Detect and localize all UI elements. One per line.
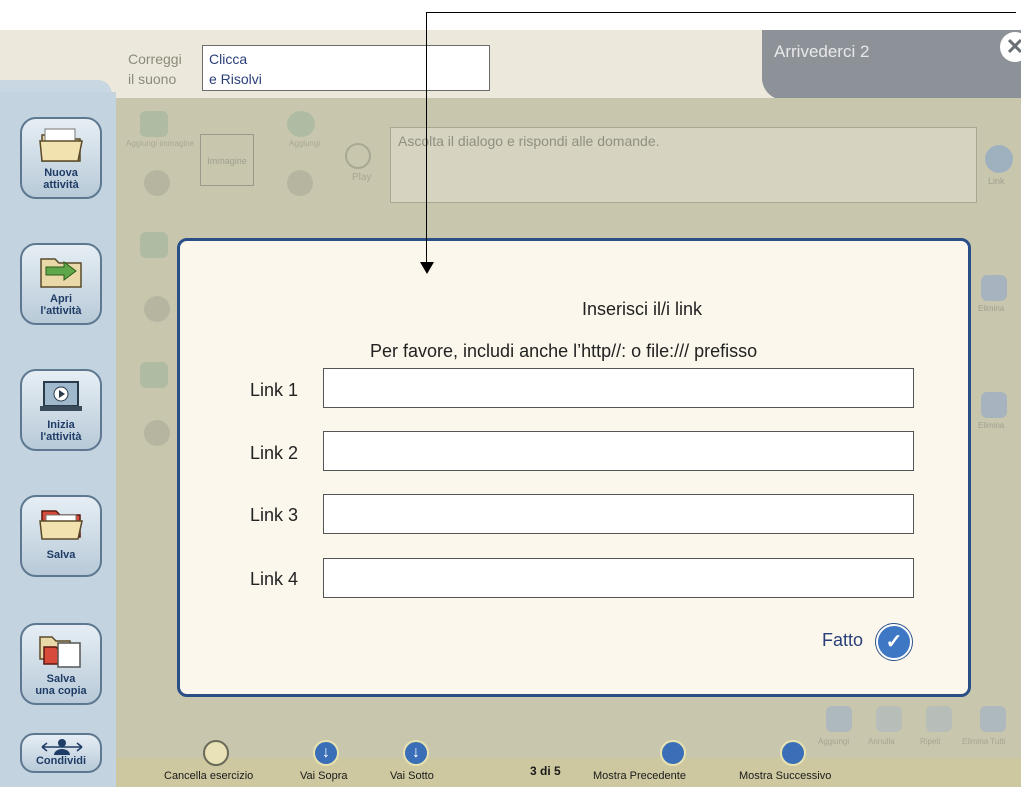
image-placeholder[interactable]: Immagine bbox=[200, 134, 254, 186]
add-item-label: Aggiungi bbox=[818, 737, 850, 746]
show-previous-button[interactable]: Mostra Precedente bbox=[593, 770, 686, 782]
checkmark-icon[interactable]: ✓ bbox=[876, 624, 912, 660]
globe-icon[interactable] bbox=[985, 145, 1013, 173]
link-1-input[interactable] bbox=[323, 368, 914, 408]
share-label: Condividi bbox=[35, 755, 87, 767]
add-item-icon[interactable] bbox=[826, 706, 852, 732]
link-2-label: Link 2 bbox=[250, 443, 299, 463]
new-activity-label: Nuova attività bbox=[43, 167, 79, 191]
clear-exercise-button[interactable]: Cancella esercizio bbox=[164, 770, 253, 782]
link-3-label: Link 3 bbox=[250, 505, 299, 525]
answer-field[interactable]: Clicca e Risolvi bbox=[202, 45, 490, 91]
open-folder-icon bbox=[40, 258, 82, 288]
open-activity-button[interactable]: Apri l'attività bbox=[20, 243, 102, 325]
add-audio-label: Aggiungi bbox=[289, 139, 321, 148]
row3-ghost-icon bbox=[144, 420, 170, 446]
pointing-hand-right-icon[interactable] bbox=[780, 740, 806, 766]
delete-row-3-label: Elimina bbox=[978, 421, 1005, 430]
share-people-icon bbox=[41, 739, 83, 755]
image-ghost-icon bbox=[144, 170, 170, 196]
pointing-hand-left-icon[interactable] bbox=[660, 740, 686, 766]
move-down-button[interactable]: Vai Sotto bbox=[390, 770, 434, 782]
start-activity-label: Inizia l'attività bbox=[40, 419, 82, 443]
save-copy-icon bbox=[39, 636, 81, 668]
trash-person-icon[interactable] bbox=[203, 740, 229, 766]
undo-label: Annulla bbox=[868, 737, 895, 746]
add-image-label: Aggiungi immagine bbox=[126, 139, 195, 148]
delete-all-label: Elimina Tutti bbox=[962, 737, 1006, 746]
save-button[interactable]: Salva bbox=[20, 495, 102, 577]
delete-row-2-icon[interactable] bbox=[981, 275, 1007, 301]
start-activity-button[interactable]: Inizia l'attività bbox=[20, 369, 102, 451]
delete-all-icon[interactable] bbox=[980, 706, 1006, 732]
callout-arrowhead-icon bbox=[420, 262, 434, 274]
link-4-label: Link 4 bbox=[250, 569, 299, 589]
add-image-icon[interactable] bbox=[140, 111, 168, 137]
correggi-label: Correggi bbox=[128, 51, 182, 67]
save-label: Salva bbox=[46, 549, 76, 561]
play-icon[interactable] bbox=[345, 143, 371, 169]
dialog-title: Inserisci il/i link bbox=[581, 299, 703, 319]
folder-icon bbox=[39, 128, 83, 162]
play-screen-icon bbox=[40, 381, 82, 411]
delete-row-3-icon[interactable] bbox=[981, 392, 1007, 418]
il-suono-label: il suono bbox=[128, 71, 177, 87]
delete-row-2-label: Elimina bbox=[978, 304, 1005, 313]
activity-title-tab bbox=[762, 30, 1021, 100]
callout-line-vertical bbox=[426, 12, 427, 264]
answer-line-1: Clicca bbox=[209, 51, 248, 67]
undo-icon[interactable] bbox=[876, 706, 902, 732]
link-1-label: Link 1 bbox=[250, 380, 299, 400]
audio-ghost-icon bbox=[287, 170, 313, 196]
answer-line-2: e Risolvi bbox=[209, 71, 262, 87]
move-up-icon[interactable]: ↓ bbox=[313, 740, 339, 766]
instruction-text: Ascolta il dialogo e rispondi alle doman… bbox=[398, 133, 660, 149]
play-label: Play bbox=[352, 172, 372, 183]
link-4-input[interactable] bbox=[323, 558, 914, 598]
move-up-button[interactable]: Vai Sopra bbox=[300, 770, 348, 782]
app-window: Correggi il suono Clicca e Risolvi Arriv… bbox=[0, 0, 1021, 787]
save-copy-button[interactable]: Salva una copia bbox=[20, 623, 102, 705]
move-down-icon[interactable]: ↓ bbox=[403, 740, 429, 766]
row2-image-icon[interactable] bbox=[140, 232, 168, 258]
insert-links-dialog: Inserisci il/i link Per favore, includi … bbox=[177, 238, 971, 697]
redo-label: Ripeti bbox=[920, 737, 941, 746]
link-3-input[interactable] bbox=[323, 494, 914, 534]
row3-image-icon[interactable] bbox=[140, 362, 168, 388]
dialog-subtitle: Per favore, includi anche l’http//: o fi… bbox=[370, 341, 758, 361]
new-activity-button[interactable]: Nuova attività bbox=[20, 117, 102, 199]
save-copy-label: Salva una copia bbox=[35, 673, 87, 697]
show-next-button[interactable]: Mostra Successivo bbox=[739, 770, 831, 782]
add-audio-icon[interactable] bbox=[287, 111, 315, 137]
save-folder-icon bbox=[39, 510, 83, 540]
page-indicator: 3 di 5 bbox=[530, 764, 561, 778]
link-side-label: Link bbox=[988, 176, 1005, 186]
row2-ghost-icon bbox=[144, 296, 170, 322]
link-2-input[interactable] bbox=[323, 431, 914, 471]
share-button[interactable]: Condividi bbox=[20, 733, 102, 773]
redo-icon[interactable] bbox=[926, 706, 952, 732]
open-activity-label: Apri l'attività bbox=[40, 293, 82, 317]
activity-title: Arrivederci 2 bbox=[774, 42, 870, 61]
callout-line-horizontal bbox=[426, 12, 1016, 13]
done-button[interactable]: Fatto bbox=[822, 630, 863, 651]
